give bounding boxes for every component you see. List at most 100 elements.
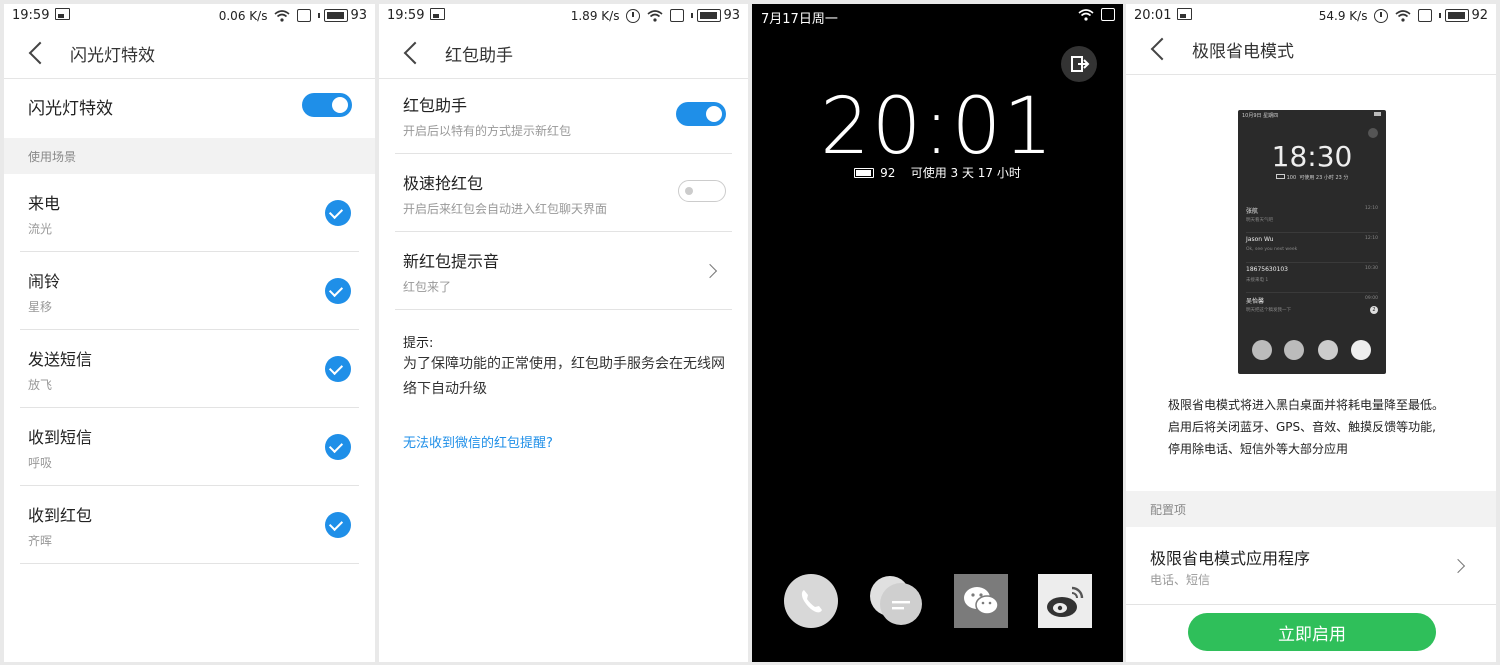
weibo-icon[interactable] [1038,574,1092,628]
item-title: 收到红包 [28,506,93,525]
lock-screen-preview: 10月9日 星期四 18:30 100 可使用 23 小时 23 分 张航 明天… [1238,110,1386,374]
preview-date: 10月9日 星期四 [1242,113,1279,119]
page-header: 极限省电模式 [1126,24,1496,74]
list-item[interactable]: 来电 流光 [4,174,375,252]
usage-estimate: 可使用 3 天 17 小时 [910,166,1021,180]
tip-title: 提示: [403,336,434,351]
page-header: 闪光灯特效 [4,28,375,78]
page-header: 红包助手 [379,28,748,78]
item-title: 来电 [28,194,61,213]
help-link[interactable]: 无法收到微信的红包提醒? [403,432,553,451]
check-icon[interactable] [325,278,351,304]
item-subtitle: 放飞 [28,378,53,392]
list-item[interactable]: 收到短信 呼吸 [4,408,375,486]
list-item[interactable]: 发送短信 放飞 [4,330,375,408]
item-subtitle: 齐晖 [28,534,53,548]
image-notification-icon [430,8,446,20]
row-title: 红包助手 [403,96,468,115]
row-subtitle: 电话、短信 [1150,573,1211,587]
back-icon[interactable] [1150,37,1174,61]
preview-camera-icon [1351,340,1371,360]
battery-level: 93 [723,8,740,23]
battery-icon [854,168,875,178]
row-subtitle: 开启后来红包会自动进入红包聊天界面 [403,202,608,216]
toggle-label: 闪光灯特效 [28,99,113,119]
row-title: 极限省电模式应用程序 [1150,549,1311,568]
app-dock [752,574,1123,630]
item-subtitle: 星移 [28,300,53,314]
row-subtitle: 开启后以特有的方式提示新红包 [403,124,572,138]
list-item[interactable]: 收到红包 齐晖 [4,486,375,564]
section-header: 使用场景 [4,138,375,174]
messages-icon[interactable] [868,574,922,628]
status-time: 19:59 [12,8,71,23]
page-title: 极限省电模式 [1192,41,1294,62]
wifi-icon [1395,9,1411,22]
flash-effect-toggle-row[interactable]: 闪光灯特效 [4,74,375,138]
status-bar: 19:59 1.89 K/s 93 [379,4,748,28]
network-speed: 54.9 K/s [1318,8,1368,23]
preview-badge: 2 [1370,306,1378,314]
screen-icon [1418,9,1433,22]
preview-notification: Jason Wu Ok, see you next week 12:10 [1246,232,1378,263]
page-title: 闪光灯特效 [70,45,155,66]
chevron-right-icon [702,263,718,279]
list-item[interactable]: 闹铃 星移 [4,252,375,330]
fast-grab-toggle-row[interactable]: 极速抢红包 开启后来红包会自动进入红包聊天界面 [379,154,748,232]
section-header: 配置项 [1126,491,1496,527]
mode-description: 极限省电模式将进入黑白桌面并将耗电量降至最低。 启用后将关闭蓝牙、GPS、音效、… [1168,398,1445,456]
enable-now-button[interactable]: 立即启用 [1188,613,1436,651]
network-speed: 1.89 K/s [570,8,620,23]
preview-notification: 18675630103 未接来电 1 10:30 [1246,262,1378,293]
back-icon[interactable] [28,41,52,65]
wifi-icon [647,9,663,22]
image-notification-icon [1177,8,1193,20]
row-subtitle: 红包来了 [403,280,452,294]
battery-level: 92 [880,166,896,180]
flash-effect-toggle[interactable] [302,93,352,117]
item-title: 收到短信 [28,428,93,447]
lock-screen: 7月17日周一 20:01 92 可使用 3 天 17 小时 [752,4,1123,662]
red-packet-assistant-screen: 19:59 1.89 K/s 93 红包助手 红包助手 开启后以特有的方式提示新… [379,4,748,662]
battery-level: 93 [350,8,367,23]
red-packet-toggle[interactable] [676,102,726,126]
status-time: 20:01 [1134,8,1193,23]
back-icon[interactable] [403,41,427,65]
check-icon[interactable] [325,200,351,226]
item-title: 发送短信 [28,350,93,369]
check-icon[interactable] [325,512,351,538]
wifi-icon [1078,8,1094,21]
notification-sound-row[interactable]: 新红包提示音 红包来了 [379,232,748,310]
preview-dock [1238,338,1386,362]
item-subtitle: 流光 [28,222,53,236]
page-title: 红包助手 [445,45,513,66]
red-packet-toggle-row[interactable]: 红包助手 开启后以特有的方式提示新红包 [379,76,748,154]
network-speed: 0.06 K/s [218,8,268,23]
battery-icon: 93 [691,8,740,23]
item-subtitle: 呼吸 [28,456,53,470]
battery-info: 92 可使用 3 天 17 小时 [752,164,1123,181]
lock-clock: 20:01 [820,82,1055,172]
preview-battery-info: 100 可使用 23 小时 23 分 [1238,174,1386,181]
row-title: 新红包提示音 [403,252,500,271]
preview-signal-icon [1374,112,1381,116]
phone-icon[interactable] [784,574,838,628]
wifi-icon [274,9,290,22]
exit-power-saving-button[interactable] [1061,46,1097,82]
preview-exit-icon [1368,128,1378,138]
config-apps-row[interactable]: 极限省电模式应用程序 电话、短信 [1126,527,1496,605]
preview-compass-icon [1284,340,1304,360]
check-icon[interactable] [325,434,351,460]
preview-messages-icon [1318,340,1338,360]
battery-icon: 93 [318,8,367,23]
status-time: 19:59 [387,8,446,23]
exit-icon [1071,56,1090,72]
preview-notification: 张航 明天看天气吧 12:10 [1246,202,1378,233]
row-title: 极速抢红包 [403,174,484,193]
flash-effects-screen: 19:59 0.06 K/s 93 闪光灯特效 闪光灯特效 使用场景 来电 流光… [4,4,375,662]
fast-grab-toggle[interactable] [678,180,726,202]
check-icon[interactable] [325,356,351,382]
preview-notification: 吴怡馨 明天把这个稿发我一下 09:00 2 [1246,296,1378,314]
wechat-icon[interactable] [954,574,1008,628]
chevron-right-icon [1450,558,1466,574]
